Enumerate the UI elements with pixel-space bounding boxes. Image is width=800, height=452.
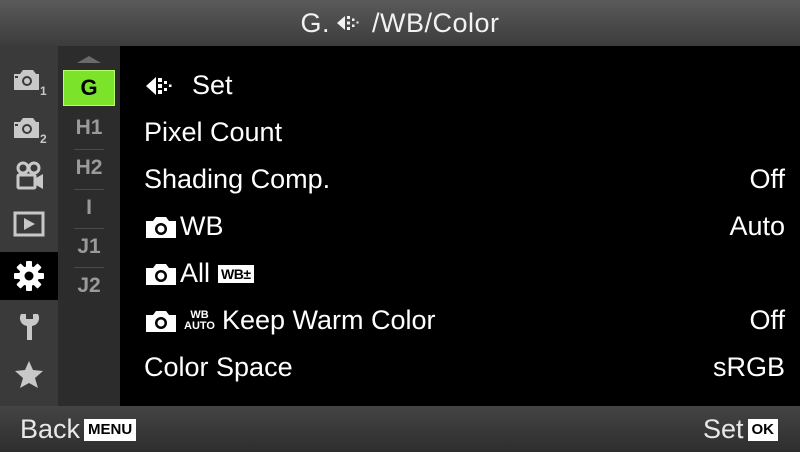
camera-2-icon: 2 xyxy=(14,118,47,145)
submenu-item-label: H2 xyxy=(75,156,103,179)
submenu-item-j2[interactable]: J2 xyxy=(58,267,120,305)
submenu-item-h1[interactable]: H1 xyxy=(58,109,120,147)
menu-title-bar: G. /WB/Color xyxy=(0,0,800,46)
submenu-item-j1[interactable]: J1 xyxy=(58,228,120,266)
menu-item-value: sRGB xyxy=(712,352,785,382)
menu-item-keep-warm-color[interactable]: WB AUTO Keep Warm Color Off xyxy=(120,297,800,344)
menu-list: Set Pixel Count Shading Comp. Off WB Aut… xyxy=(120,46,800,406)
my-menu-tab[interactable] xyxy=(0,350,58,398)
footer-bar: Back MENU Set OK xyxy=(0,406,800,452)
star-icon xyxy=(15,361,43,388)
menu-item-label: Set xyxy=(192,70,233,100)
title-suffix: /WB/Color xyxy=(371,7,500,38)
menu-item-label: All xyxy=(180,258,211,288)
category-column: 1 2 xyxy=(0,46,58,406)
menu-key-icon: MENU xyxy=(84,418,137,441)
submenu-item-label: J1 xyxy=(77,235,101,258)
playback-menu-tab[interactable] xyxy=(0,200,58,248)
ok-key-icon: OK xyxy=(747,418,778,441)
pixel-set-icon xyxy=(336,13,366,33)
video-menu-tab[interactable] xyxy=(0,152,58,200)
menu-item-label: Keep Warm Color xyxy=(221,305,436,335)
menu-item-color-space[interactable]: Color Space sRGB xyxy=(120,344,800,391)
menu-item-value: Off xyxy=(749,164,785,194)
wrench-icon xyxy=(19,314,40,340)
pixel-set-icon xyxy=(146,76,172,95)
menu-item-label: Shading Comp. xyxy=(144,164,331,194)
custom-menu-tab[interactable] xyxy=(0,252,58,300)
title-prefix: G. xyxy=(300,7,330,38)
set-label: Set xyxy=(702,414,744,444)
gear-icon xyxy=(14,261,44,291)
menu-item-wb[interactable]: WB Auto xyxy=(120,203,800,250)
menu-item-pixel-set[interactable]: Set xyxy=(120,62,800,109)
svg-text:2: 2 xyxy=(40,132,47,145)
menu-item-value: Off xyxy=(749,305,785,335)
scroll-up-arrow-icon[interactable] xyxy=(77,56,101,63)
back-label: Back xyxy=(20,414,81,444)
menu-item-label: Color Space xyxy=(144,352,293,382)
menu-item-label: WB xyxy=(180,211,224,241)
back-button[interactable]: Back MENU xyxy=(20,414,137,445)
submenu-column: G H1 H2 I J1 J2 xyxy=(58,46,120,406)
submenu-item-label: H1 xyxy=(75,116,103,139)
camera-1-icon: 1 xyxy=(14,70,47,97)
playback-icon xyxy=(13,211,45,237)
menu-item-value: Auto xyxy=(729,211,785,241)
set-button[interactable]: Set OK xyxy=(703,414,778,445)
svg-text:1: 1 xyxy=(40,84,47,97)
wb-auto-icon: WB AUTO xyxy=(184,308,215,332)
menu-item-label: Pixel Count xyxy=(144,117,283,147)
shooting-menu-2-tab[interactable]: 2 xyxy=(0,104,58,152)
submenu-item-g[interactable]: G xyxy=(58,69,120,107)
shooting-menu-1-tab[interactable]: 1 xyxy=(0,56,58,104)
submenu-item-label: I xyxy=(86,196,92,219)
submenu-item-h2[interactable]: H2 xyxy=(58,149,120,187)
menu-item-pixel-count[interactable]: Pixel Count xyxy=(120,109,800,156)
video-camera-icon xyxy=(16,161,43,190)
camera-icon xyxy=(144,261,178,287)
camera-icon xyxy=(144,214,178,240)
camera-icon xyxy=(144,308,178,334)
submenu-item-label: J2 xyxy=(77,274,101,297)
submenu-item-i[interactable]: I xyxy=(58,189,120,227)
menu-item-all-wb[interactable]: All WB± xyxy=(120,250,800,297)
setup-menu-tab[interactable] xyxy=(0,302,58,350)
submenu-item-label: G xyxy=(63,70,115,106)
menu-item-shading-comp[interactable]: Shading Comp. Off xyxy=(120,156,800,203)
wb-compensation-badge: WB± xyxy=(218,264,254,283)
